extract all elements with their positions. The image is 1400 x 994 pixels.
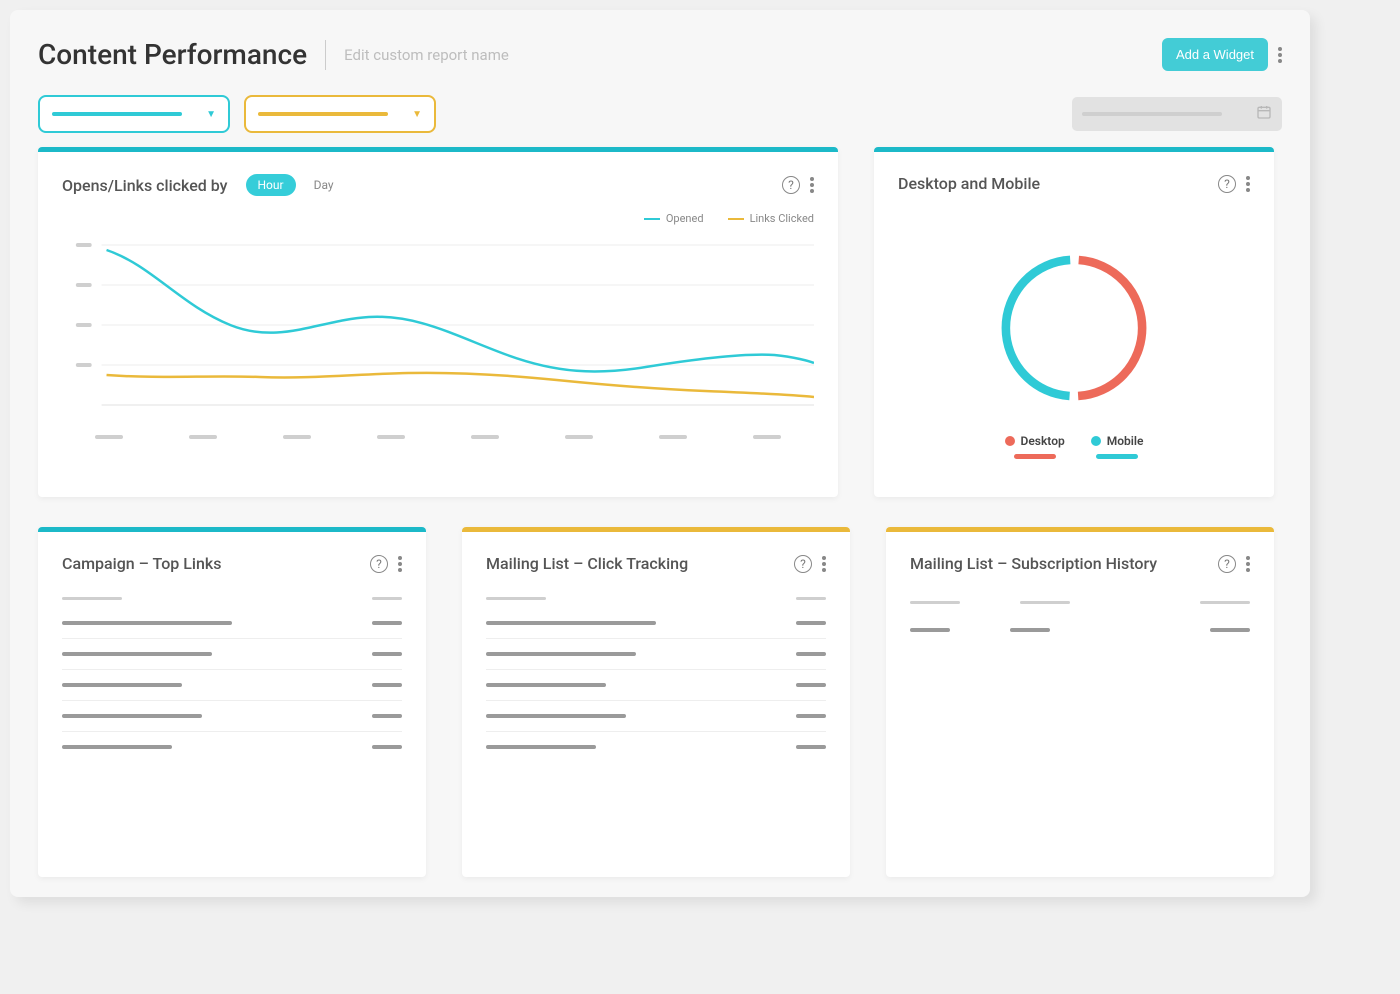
help-icon[interactable]: ? (794, 555, 812, 573)
list-item[interactable] (62, 701, 402, 732)
table-row[interactable] (910, 616, 1250, 644)
page-more-icon[interactable] (1278, 47, 1282, 63)
calendar-icon (1256, 104, 1272, 124)
donut-chart-svg (984, 238, 1164, 418)
panel-more-icon[interactable] (810, 177, 814, 193)
placeholder-line (52, 112, 182, 116)
list-item[interactable] (62, 608, 402, 639)
add-widget-button[interactable]: Add a Widget (1162, 38, 1268, 71)
legend-mobile: Mobile (1091, 434, 1144, 459)
chevron-down-icon: ▼ (206, 109, 216, 120)
panel-title: Opens/Links clicked by (62, 176, 228, 195)
chevron-down-icon: ▼ (412, 109, 422, 120)
help-icon[interactable]: ? (370, 555, 388, 573)
placeholder-line (258, 112, 388, 116)
toggle-day[interactable]: Day (302, 174, 346, 196)
series-opened (107, 250, 814, 371)
line-chart-legend: Opened Links Clicked (62, 212, 814, 225)
legend-links-clicked: Links Clicked (728, 212, 814, 225)
panel-opens-links: Opens/Links clicked by Hour Day ? Opened… (38, 147, 838, 497)
panel-more-icon[interactable] (398, 556, 402, 572)
edit-report-name[interactable]: Edit custom report name (344, 46, 509, 64)
toggle-hour[interactable]: Hour (246, 174, 296, 196)
panel-desktop-mobile: Desktop and Mobile ? Desktop (874, 147, 1274, 497)
legend-desktop: Desktop (1005, 434, 1065, 459)
placeholder-table (886, 583, 1274, 668)
time-granularity-toggle: Hour Day (246, 174, 346, 196)
placeholder-line (1082, 112, 1222, 116)
panel-subscription-history: Mailing List – Subscription History ? (886, 527, 1274, 877)
panel-title: Mailing List – Subscription History (910, 554, 1157, 573)
panel-click-tracking: Mailing List – Click Tracking ? (462, 527, 850, 877)
filter-dropdown-primary[interactable]: ▼ (38, 95, 230, 133)
x-axis-ticks (62, 435, 814, 439)
report-page: Content Performance Edit custom report n… (10, 10, 1310, 897)
donut-chart-area: Desktop Mobile (874, 203, 1274, 497)
donut-legend: Desktop Mobile (1005, 434, 1144, 459)
filter-dropdown-secondary[interactable]: ▼ (244, 95, 436, 133)
help-icon[interactable]: ? (1218, 175, 1236, 193)
panel-title: Campaign – Top Links (62, 554, 221, 573)
line-chart-svg (62, 225, 814, 425)
placeholder-list (462, 583, 850, 786)
legend-opened: Opened (644, 212, 704, 225)
list-item[interactable] (62, 639, 402, 670)
filter-bar: ▼ ▼ (38, 95, 1282, 133)
list-item[interactable] (486, 701, 826, 732)
list-item[interactable] (486, 639, 826, 670)
page-header: Content Performance Edit custom report n… (38, 38, 1282, 71)
line-chart-area: Opened Links Clicked (38, 206, 838, 497)
panel-more-icon[interactable] (822, 556, 826, 572)
panel-top-links: Campaign – Top Links ? (38, 527, 426, 877)
list-item[interactable] (486, 670, 826, 701)
panel-title: Desktop and Mobile (898, 174, 1040, 193)
panel-more-icon[interactable] (1246, 556, 1250, 572)
widget-grid: Opens/Links clicked by Hour Day ? Opened… (38, 147, 1282, 877)
list-item[interactable] (62, 670, 402, 701)
placeholder-list (38, 583, 426, 786)
series-links-clicked (107, 373, 814, 397)
help-icon[interactable]: ? (782, 176, 800, 194)
list-item[interactable] (486, 608, 826, 639)
title-divider (325, 40, 326, 70)
help-icon[interactable]: ? (1218, 555, 1236, 573)
list-item[interactable] (62, 732, 402, 762)
panel-title: Mailing List – Click Tracking (486, 554, 688, 573)
date-range-picker[interactable] (1072, 97, 1282, 131)
panel-more-icon[interactable] (1246, 176, 1250, 192)
page-title: Content Performance (38, 38, 307, 71)
list-item[interactable] (486, 732, 826, 762)
